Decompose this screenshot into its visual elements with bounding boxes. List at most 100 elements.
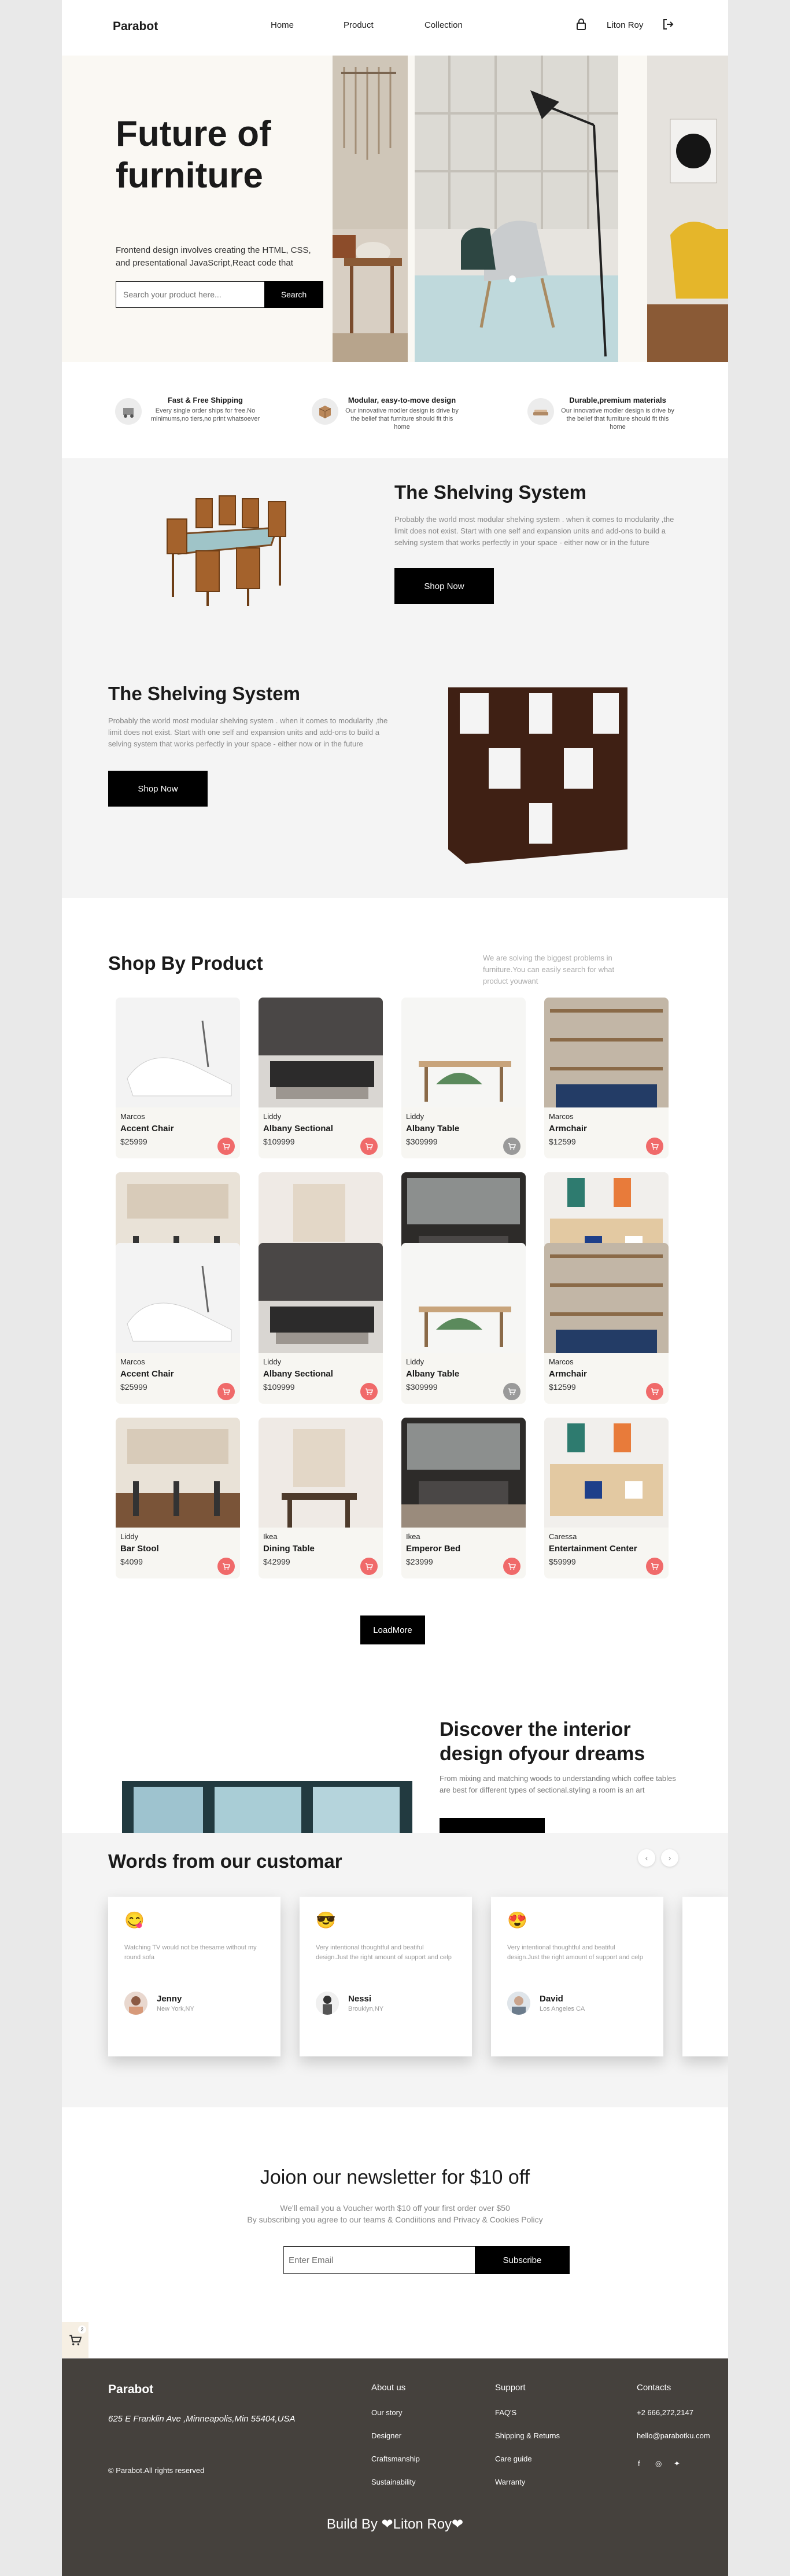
shelving-text-2: Probably the world most modular shelving…: [108, 716, 388, 748]
lock-icon[interactable]: [574, 17, 588, 31]
product-card[interactable]: Ikea Emperor Bed $23999: [401, 1418, 526, 1578]
newsletter-line-2: By subscribing you agree to our teams & …: [247, 2215, 543, 2224]
footer-link[interactable]: FAQ'S: [495, 2408, 516, 2417]
footer-link[interactable]: Care guide: [495, 2454, 532, 2463]
cart-icon: [651, 1143, 659, 1150]
product-brand: Liddy: [263, 1112, 282, 1121]
product-card[interactable]: Caressa Entertainment Center $59999: [544, 1418, 669, 1578]
feature-text: Every single order ships for free.No min…: [150, 407, 260, 422]
shelf-image: [448, 687, 627, 864]
email-field[interactable]: [283, 2246, 475, 2274]
feature-title: Durable,premium materials: [569, 396, 666, 404]
sofa-icon: [527, 398, 554, 425]
newsletter-section: Joion our newsletter for $10 off We'll e…: [62, 2107, 728, 2358]
built-by: Build By ❤Liton Roy❤: [326, 2516, 464, 2532]
cart-icon: [223, 1143, 231, 1150]
add-to-cart-button[interactable]: [360, 1138, 378, 1155]
footer-link[interactable]: Designer: [371, 2431, 401, 2440]
footer: Parabot 625 E Franklin Ave ,Minneapolis,…: [62, 2358, 728, 2576]
footer-link[interactable]: Shipping & Returns: [495, 2431, 560, 2440]
testimonial-text: Watching TV would not be thesame without…: [124, 1944, 257, 1961]
add-to-cart-button[interactable]: [360, 1558, 378, 1575]
shop-now-button-1[interactable]: Shop Now: [394, 568, 494, 604]
load-more-button[interactable]: LoadMore: [360, 1615, 425, 1644]
add-to-cart-button[interactable]: [646, 1383, 663, 1400]
add-to-cart-button[interactable]: [217, 1558, 235, 1575]
cart-float-button[interactable]: 2: [62, 2322, 88, 2358]
add-to-cart-button[interactable]: [646, 1138, 663, 1155]
hero-search-button[interactable]: Search: [264, 281, 323, 308]
hero-image-yellow-chair: [647, 56, 728, 362]
product-card[interactable]: Liddy Albany Sectional $109999: [259, 998, 383, 1158]
footer-email[interactable]: hello@parabotku.com: [637, 2431, 710, 2440]
product-card[interactable]: Marcos Accent Chair $25999: [116, 1243, 240, 1404]
footer-link[interactable]: Our story: [371, 2408, 402, 2417]
discover-button[interactable]: [440, 1818, 545, 1833]
product-price: $109999: [263, 1137, 295, 1146]
cart-icon: [366, 1388, 374, 1395]
product-image: [544, 998, 669, 1107]
user-name[interactable]: Liton Roy: [607, 20, 643, 30]
hero-subtitle: Frontend design involves creating the HT…: [116, 245, 311, 268]
logout-icon[interactable]: [661, 17, 675, 31]
product-name: Armchair: [549, 1124, 587, 1134]
product-card[interactable]: Marcos Armchair $12599: [544, 1243, 669, 1404]
product-name: Albany Table: [406, 1369, 460, 1379]
product-image: [544, 1418, 669, 1528]
carousel-dot[interactable]: [509, 275, 516, 282]
add-to-cart-button[interactable]: [217, 1383, 235, 1400]
nav-collection[interactable]: Collection: [424, 20, 463, 30]
footer-link[interactable]: Warranty: [495, 2478, 525, 2486]
add-to-cart-button[interactable]: [503, 1558, 520, 1575]
cart-icon: [366, 1143, 374, 1150]
product-card[interactable]: Ikea Dining Table $42999: [259, 1418, 383, 1578]
cart-icon: [69, 2335, 82, 2346]
product-card[interactable]: Liddy Bar Stool $4099: [116, 1418, 240, 1578]
product-name: Albany Sectional: [263, 1124, 333, 1134]
nav-product[interactable]: Product: [344, 20, 374, 30]
product-brand: Liddy: [120, 1532, 139, 1541]
shelving-title-1: The Shelving System: [394, 481, 586, 503]
next-arrow-icon[interactable]: ›: [661, 1849, 678, 1867]
product-brand: Marcos: [120, 1357, 145, 1366]
product-brand: Liddy: [406, 1357, 424, 1366]
hero-search-input[interactable]: [116, 281, 265, 308]
instagram-icon[interactable]: ◎: [655, 2459, 662, 2468]
product-price: $23999: [406, 1557, 433, 1566]
product-card[interactable]: Marcos Accent Chair $25999: [116, 998, 240, 1158]
shop-subtitle: We are solving the biggest problems in f…: [483, 954, 615, 985]
product-card[interactable]: Liddy Albany Table $309999: [401, 1243, 526, 1404]
logo[interactable]: Parabot: [113, 20, 158, 34]
product-name: Entertainment Center: [549, 1544, 637, 1554]
product-card[interactable]: Marcos Armchair $12599: [544, 998, 669, 1158]
testimonial-location: Brouklyn,NY: [348, 2005, 384, 2012]
testimonial-location: New York,NY: [157, 2005, 194, 2012]
footer-phone[interactable]: +2 666,272,2147: [637, 2408, 693, 2417]
discover-section: Discover the interior design ofyour drea…: [62, 1708, 728, 1833]
shop-now-button-2[interactable]: Shop Now: [108, 771, 208, 807]
add-to-cart-button[interactable]: [503, 1383, 520, 1400]
footer-link[interactable]: Sustainability: [371, 2478, 416, 2486]
nav-home[interactable]: Home: [271, 20, 294, 30]
feature-text: Our innovative modler design is drive by…: [345, 407, 459, 430]
product-card[interactable]: Liddy Albany Sectional $109999: [259, 1243, 383, 1404]
facebook-icon[interactable]: f: [638, 2459, 640, 2468]
testimonial-location: Los Angeles CA: [540, 2005, 585, 2012]
add-to-cart-button[interactable]: [217, 1138, 235, 1155]
header: Parabot Home Product Collection Liton Ro…: [62, 0, 728, 56]
footer-support-heading: Support: [495, 2383, 526, 2393]
twitter-icon[interactable]: ✦: [674, 2459, 680, 2468]
product-price: $109999: [263, 1382, 295, 1392]
subscribe-button[interactable]: Subscribe: [475, 2246, 570, 2274]
product-name: Armchair: [549, 1369, 587, 1379]
prev-arrow-icon[interactable]: ‹: [638, 1849, 655, 1867]
product-image: [544, 1243, 669, 1353]
product-card[interactable]: Liddy Albany Table $309999: [401, 998, 526, 1158]
product-brand: Ikea: [406, 1532, 420, 1541]
footer-link[interactable]: Craftsmanship: [371, 2454, 420, 2463]
add-to-cart-button[interactable]: [503, 1138, 520, 1155]
hero-image-macrame: [333, 56, 408, 362]
add-to-cart-button[interactable]: [646, 1558, 663, 1575]
add-to-cart-button[interactable]: [360, 1383, 378, 1400]
product-brand: Liddy: [406, 1112, 424, 1121]
